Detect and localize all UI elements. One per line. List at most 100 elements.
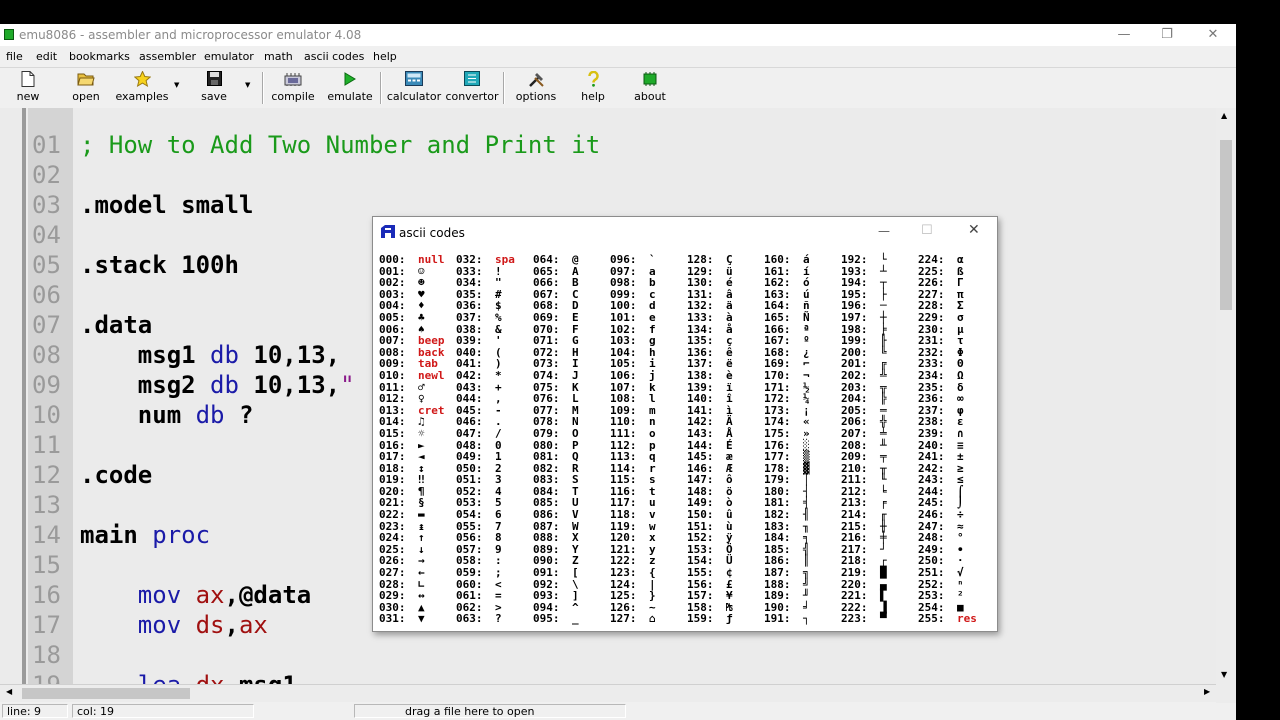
ascii-character: L (572, 392, 579, 406)
ascii-code-number: 108: (610, 392, 637, 406)
code-line[interactable]: .code (80, 460, 152, 490)
scroll-right-arrow-icon[interactable]: ▶ (1204, 687, 1210, 696)
close-button[interactable]: ✕ (1198, 26, 1228, 44)
ascii-entry: 160: á (764, 254, 810, 266)
ascii-minimize-button[interactable]: — (878, 224, 890, 238)
ascii-entry: 095: _ (533, 613, 579, 625)
minimize-button[interactable]: — (1109, 26, 1139, 44)
ascii-entry: 236: ∞ (918, 393, 977, 405)
ascii-close-button[interactable]: ✕ (968, 222, 980, 238)
ascii-character: º (803, 334, 810, 348)
ascii-code-number: 118: (610, 508, 637, 522)
horizontal-scroll-thumb[interactable] (22, 688, 190, 699)
ascii-window-titlebar[interactable]: ascii codes — ☐ ✕ (373, 217, 997, 247)
ascii-entry: 063:? (456, 613, 515, 625)
about-button[interactable]: about (628, 69, 672, 103)
new-button[interactable]: new (8, 69, 48, 103)
ascii-character: √ (957, 566, 964, 580)
menu-emulator[interactable]: emulator (204, 50, 254, 63)
ascii-character: └ (880, 253, 887, 266)
ascii-entry: 012: ♀ (379, 393, 445, 405)
code-token: lea (138, 671, 181, 684)
ascii-entry: 103: g (610, 335, 656, 347)
ascii-entry: 071: G (533, 335, 579, 347)
vertical-scroll-thumb[interactable] (1220, 140, 1232, 310)
ascii-code-number: 204: (841, 392, 868, 406)
emulate-button[interactable]: emulate (326, 69, 374, 103)
code-line[interactable]: msg2 db 10,13," (80, 370, 355, 400)
ascii-code-number: 138: (687, 368, 714, 382)
ascii-entry: 079: O (533, 428, 579, 440)
calculator-button[interactable]: calculator (386, 69, 442, 103)
menu-ascii-codes[interactable]: ascii codes (304, 50, 364, 63)
ascii-code-number: 005: (379, 310, 406, 324)
ascii-code-number: 022: (379, 508, 406, 522)
ascii-code-number: 017: (379, 450, 406, 464)
ascii-character: ╩ (880, 368, 887, 382)
code-line[interactable]: main proc (80, 520, 210, 550)
compile-icon (268, 69, 318, 88)
ascii-maximize-button[interactable]: ☐ (921, 223, 933, 238)
status-column: col: 19 (72, 704, 254, 718)
scroll-left-arrow-icon[interactable]: ◀ (6, 687, 12, 696)
menu-assembler[interactable]: assembler (139, 50, 196, 63)
code-line[interactable]: .data (80, 310, 152, 340)
horizontal-scrollbar[interactable]: ◀ ▶ (0, 684, 1216, 702)
code-token: ; How to Add Two Number and Print it (80, 131, 601, 159)
code-line[interactable]: ; How to Add Two Number and Print it (80, 130, 600, 160)
compile-button[interactable]: compile (268, 69, 318, 103)
menu-edit[interactable]: edit (36, 50, 57, 63)
code-line[interactable]: mov ax,@data (80, 580, 311, 610)
ascii-column: 224: α 225: ß 226: Γ 227: π 228: Σ 229: σ 230: µ 231: τ… (918, 254, 977, 625)
ascii-codes-window[interactable]: ascii codes — ☐ ✕ 000: null 001: ☺ 002: ☻ 003:… (372, 216, 998, 632)
ascii-entry: 015: ☼ (379, 428, 445, 440)
ascii-entry: 118: v (610, 509, 656, 521)
ascii-entry: 234: Ω (918, 370, 977, 382)
code-line[interactable]: msg1 db 10,13, (80, 340, 340, 370)
scroll-up-arrow-icon[interactable]: ▲ (1221, 111, 1227, 120)
ascii-code-number: 039: (456, 334, 483, 348)
ascii-entry: 005: ♣ (379, 312, 445, 324)
ascii-code-number: 255: (918, 612, 945, 626)
menu-help[interactable]: help (373, 50, 397, 63)
code-token: db (195, 401, 225, 429)
ascii-character: Ç (726, 253, 733, 266)
save-label: save (201, 90, 227, 103)
ascii-entry: 204: ╠ (841, 393, 887, 405)
code-line[interactable]: lea dx,msg1 (80, 670, 297, 684)
convertor-button[interactable]: convertor (444, 69, 500, 103)
code-line[interactable]: .model small (80, 190, 253, 220)
code-line[interactable]: mov ds,ax (80, 610, 268, 640)
ascii-entry: 017: ◄ (379, 451, 445, 463)
ascii-entry: 074: J (533, 370, 579, 382)
options-button[interactable]: options (510, 69, 562, 103)
examples-dropdown-arrow[interactable]: ▼ (174, 81, 179, 89)
ascii-entry: 106: j (610, 370, 656, 382)
menu-file[interactable]: file (6, 50, 23, 63)
scroll-down-arrow-icon[interactable]: ▼ (1221, 670, 1227, 679)
ascii-column: 064: @065: A 066: B 067: C 068: D 069: E 070: F 071: G… (533, 254, 579, 625)
vertical-scrollbar[interactable]: ▲ ▼ (1216, 108, 1236, 708)
menu-math[interactable]: math (264, 50, 293, 63)
open-button[interactable]: open (64, 69, 108, 103)
ascii-character: σ (957, 310, 964, 324)
help-button[interactable]: help (572, 69, 614, 103)
ascii-entry: 113: q (610, 451, 656, 463)
ascii-code-number: 202: (841, 368, 868, 382)
save-dropdown-arrow[interactable]: ▼ (245, 81, 250, 89)
ascii-character: ♀ (418, 392, 425, 406)
menu-bookmarks[interactable]: bookmarks (69, 50, 130, 63)
code-line[interactable]: num db ? (80, 400, 254, 430)
ascii-character: è (726, 368, 733, 382)
calculator-icon (386, 69, 442, 88)
line-number: 01 (32, 131, 61, 159)
ascii-character: 1 (495, 450, 502, 464)
examples-button[interactable]: examples (114, 69, 170, 103)
ascii-character: { (649, 566, 656, 580)
line-number: 04 (32, 221, 61, 249)
save-button[interactable]: save (196, 69, 232, 103)
ascii-character: ♣ (418, 310, 425, 324)
code-line[interactable]: .stack 100h (80, 250, 239, 280)
restore-button[interactable]: ❐ (1152, 26, 1182, 44)
